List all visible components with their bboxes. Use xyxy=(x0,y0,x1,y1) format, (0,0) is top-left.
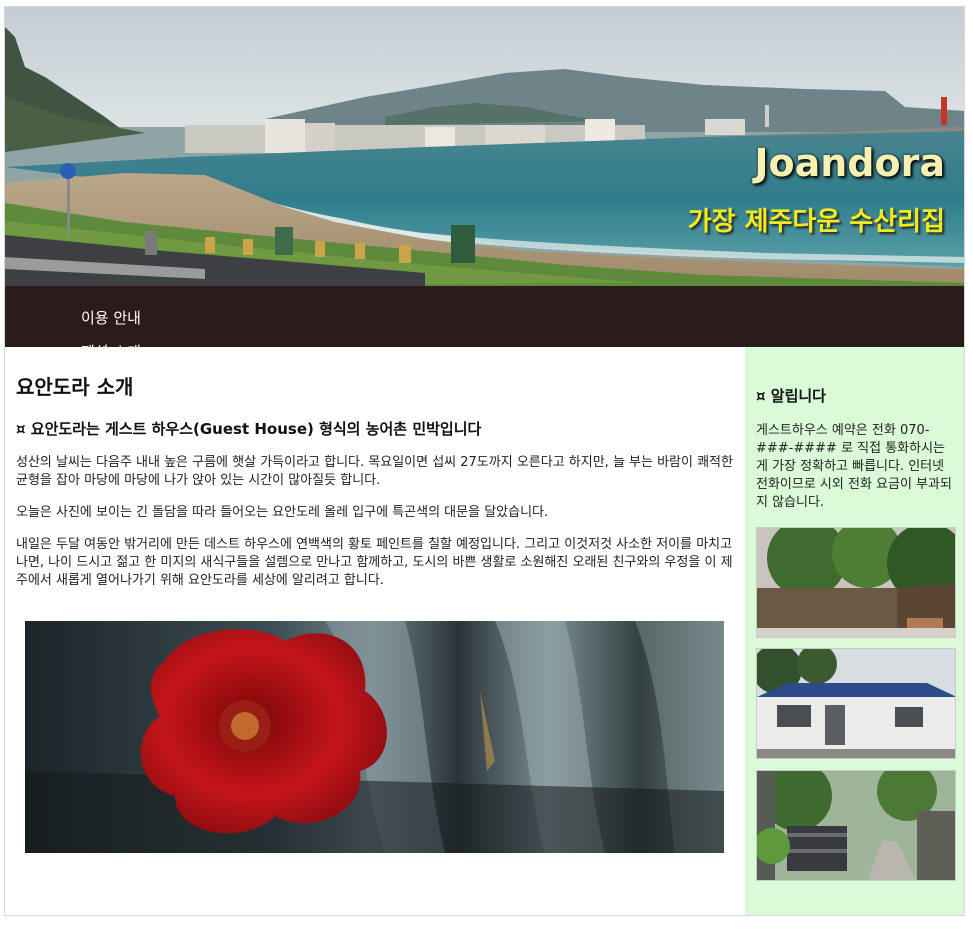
site-tagline: 가장 제주다운 수산리집 xyxy=(687,207,945,237)
house-image xyxy=(757,649,955,758)
paragraph-gate: 오늘은 사진에 보이는 긴 돌담을 따라 들어오는 요안도레 올레 입구에 특곤… xyxy=(16,505,549,520)
page-title: 요안도라 소개 xyxy=(16,375,134,399)
section-subtitle: ¤ 요안도라는 게스트 하우스(Guest House) 형식의 농어촌 민박입… xyxy=(16,420,482,438)
nav-item-overflow[interactable]: 펜션 소개 xyxy=(81,347,141,354)
camellia-image xyxy=(25,621,724,853)
paragraph-weather: 성산의 날씨는 다음주 내내 높은 구름에 햇살 가득이라고 합니다. 목요일이… xyxy=(16,455,733,488)
alley-image xyxy=(757,771,955,880)
thumbnail-house-photo[interactable] xyxy=(756,648,956,759)
header-banner: Joandora 가장 제주다운 수산리집 xyxy=(5,7,964,286)
camellia-on-roof-photo xyxy=(25,621,724,853)
site-title: Joandora xyxy=(754,141,945,185)
nav-bar: 이용 안내 펜션 소개 xyxy=(5,286,964,347)
thumbnail-alley-photo[interactable] xyxy=(756,770,956,881)
notice-title: ¤ 알립니다 xyxy=(756,387,826,405)
nav-item-usage-guide[interactable]: 이용 안내 xyxy=(81,307,141,328)
thumbnail-garden-photo[interactable] xyxy=(756,527,956,638)
paragraph-plans: 내일은 두달 여동안 밖거리에 만든 데스트 하우스에 연백색의 황토 페인트를… xyxy=(16,537,733,588)
main-content: 요안도라 소개 ¤ 요안도라는 게스트 하우스(Guest House) 형식의… xyxy=(5,347,745,915)
notice-text: 게스트하우스 예약은 전화 070-###-#### 로 직접 통화하시는 게 … xyxy=(756,423,952,510)
page-frame: Joandora 가장 제주다운 수산리집 이용 안내 펜션 소개 펜션 소개 … xyxy=(4,6,965,916)
sidebar: ¤ 알립니다 게스트하우스 예약은 전화 070-###-#### 로 직접 통… xyxy=(745,347,964,915)
garden-image xyxy=(757,528,955,637)
